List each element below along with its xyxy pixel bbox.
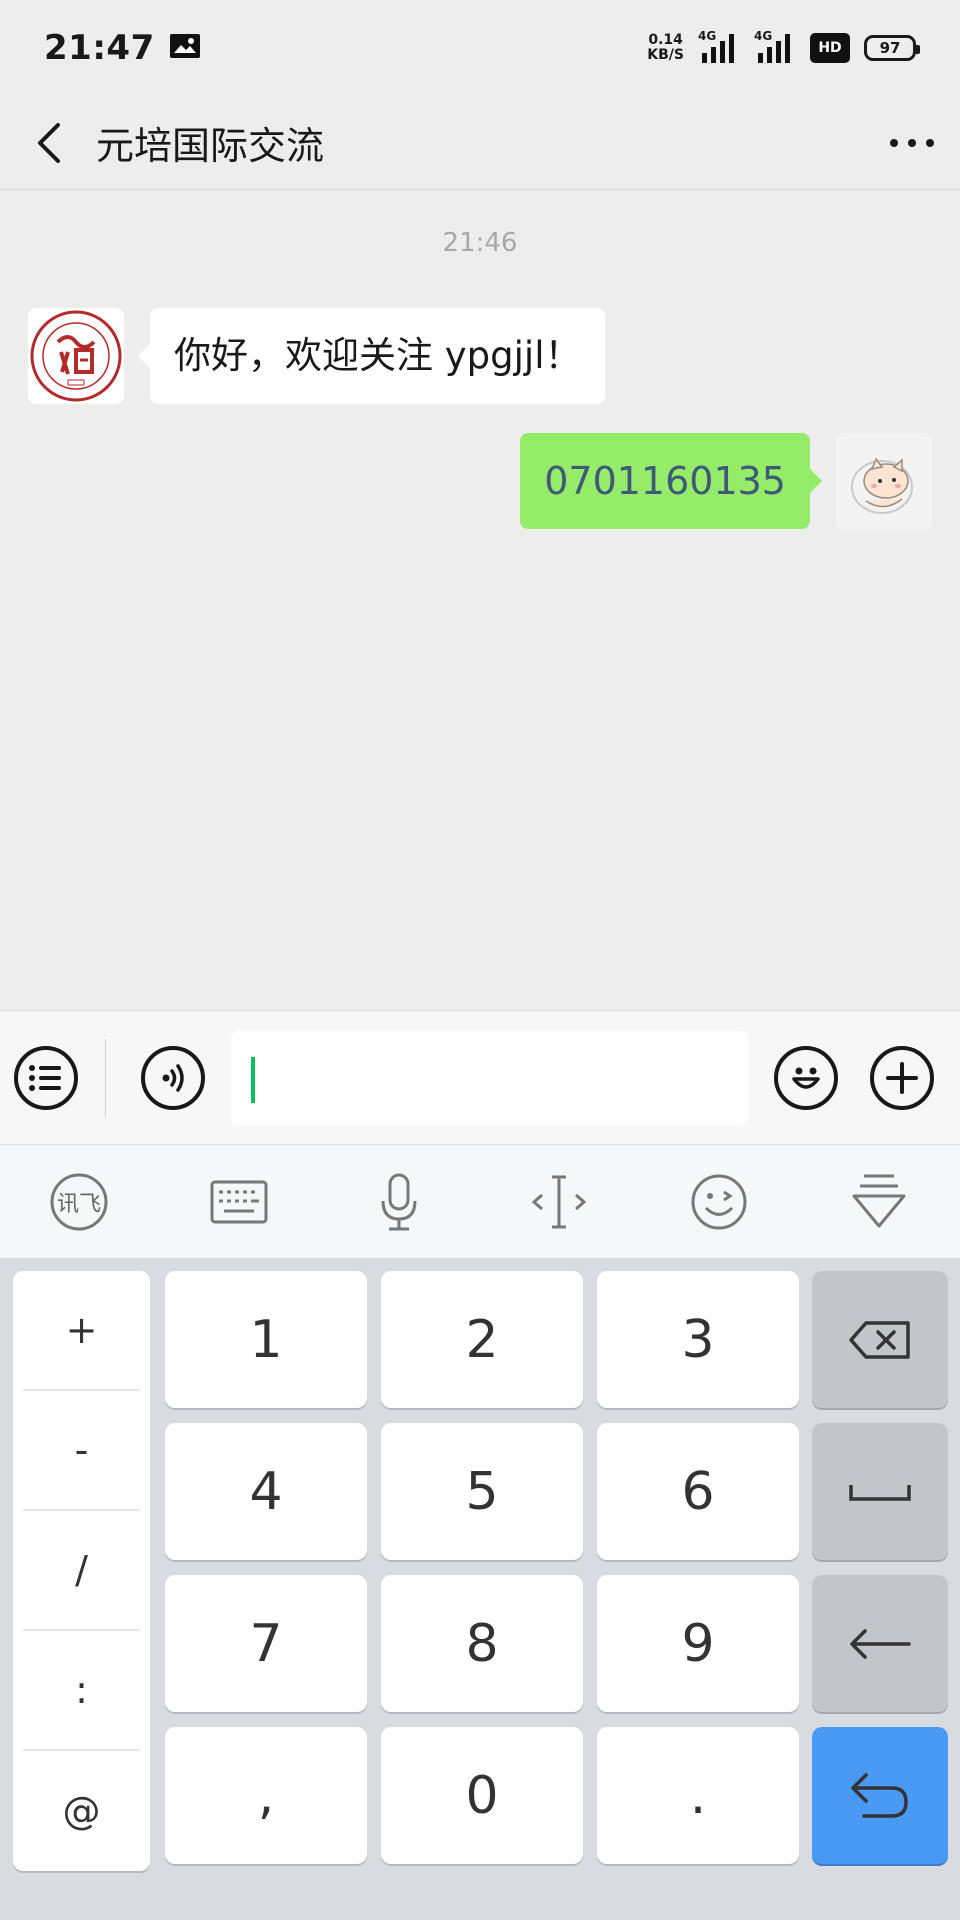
avatar-self[interactable] bbox=[836, 433, 932, 529]
network-speed: 0.14 KB/S bbox=[647, 33, 684, 63]
message-row-incoming: 你好，欢迎关注 ypgjjl！ bbox=[28, 308, 606, 404]
space-icon bbox=[849, 1484, 911, 1501]
keyboard-bottom-strip bbox=[0, 1886, 960, 1920]
battery-level: 97 bbox=[879, 39, 901, 57]
voice-typing-button[interactable] bbox=[365, 1168, 433, 1236]
xunfei-logo-button[interactable]: 讯飞 bbox=[45, 1168, 113, 1236]
key-4[interactable]: 4 bbox=[165, 1423, 367, 1560]
cursor-move-button[interactable] bbox=[525, 1168, 593, 1236]
newline-arrow-icon bbox=[850, 1628, 911, 1659]
key-6[interactable]: 6 bbox=[597, 1423, 799, 1560]
plus-icon bbox=[886, 1062, 918, 1094]
hd-voice-icon: HD bbox=[810, 33, 850, 63]
keyboard-icon bbox=[210, 1180, 268, 1224]
status-left: 21:47 bbox=[44, 28, 201, 68]
status-time: 21:47 bbox=[44, 28, 155, 68]
key-5[interactable]: 5 bbox=[381, 1423, 583, 1560]
text-caret bbox=[251, 1057, 255, 1103]
network-speed-value: 0.14 bbox=[648, 32, 683, 48]
more-dots-icon bbox=[890, 138, 934, 147]
emoji-panel-button[interactable] bbox=[685, 1168, 753, 1236]
message-bubble-outgoing[interactable]: 0701160135 bbox=[520, 433, 822, 529]
image-notification-icon bbox=[169, 33, 201, 63]
signal-4g-icon: 4G bbox=[698, 29, 740, 65]
network-speed-unit: KB/S bbox=[647, 47, 684, 63]
input-divider bbox=[105, 1039, 106, 1117]
symbol-key-at[interactable]: @ bbox=[23, 1751, 140, 1871]
message-timestamp: 21:46 bbox=[442, 228, 518, 258]
backspace-key[interactable] bbox=[812, 1271, 948, 1408]
key-2[interactable]: 2 bbox=[381, 1271, 583, 1408]
symbol-key-colon[interactable]: : bbox=[23, 1631, 140, 1751]
newline-key[interactable] bbox=[812, 1575, 948, 1712]
send-enter-key[interactable] bbox=[812, 1727, 948, 1864]
hd-label: HD bbox=[818, 40, 842, 56]
key-0[interactable]: 0 bbox=[381, 1727, 583, 1864]
symbol-column[interactable]: + - / : @ bbox=[13, 1271, 150, 1871]
numeric-keyboard: + - / : @ 1 2 3 4 5 6 7 8 9 , 0 . bbox=[0, 1258, 960, 1920]
backspace-icon bbox=[849, 1320, 910, 1359]
emoji-button[interactable] bbox=[774, 1046, 838, 1110]
signal-1-label: 4G bbox=[698, 29, 717, 43]
cartoon-cat-avatar bbox=[836, 433, 932, 529]
message-row-outgoing: 0701160135 bbox=[520, 433, 932, 529]
microphone-icon bbox=[381, 1173, 417, 1231]
emoji-smile-icon bbox=[792, 1067, 820, 1089]
message-bubble-incoming[interactable]: 你好，欢迎关注 ypgjjl！ bbox=[137, 308, 606, 404]
key-comma[interactable]: , bbox=[165, 1727, 367, 1864]
chevron-left-icon bbox=[38, 122, 60, 163]
signal-2-label: 4G bbox=[754, 29, 773, 43]
avatar-official-account[interactable] bbox=[28, 308, 124, 404]
back-button[interactable] bbox=[4, 96, 94, 190]
message-text-input[interactable] bbox=[231, 1031, 748, 1125]
menu-list-button[interactable] bbox=[14, 1046, 78, 1110]
collapse-keyboard-button[interactable] bbox=[845, 1168, 913, 1236]
chat-title: 元培国际交流 bbox=[96, 124, 325, 168]
symbol-key-plus[interactable]: + bbox=[23, 1271, 140, 1391]
symbol-key-slash[interactable]: / bbox=[23, 1511, 140, 1631]
key-period[interactable]: . bbox=[597, 1727, 799, 1864]
emoji-wink-icon bbox=[691, 1174, 747, 1230]
keyboard-switch-button[interactable] bbox=[205, 1168, 273, 1236]
key-8[interactable]: 8 bbox=[381, 1575, 583, 1712]
return-arrow-icon bbox=[851, 1772, 908, 1818]
key-3[interactable]: 3 bbox=[597, 1271, 799, 1408]
voice-input-button[interactable] bbox=[141, 1046, 205, 1110]
university-seal-logo bbox=[28, 308, 124, 404]
xunfei-logo-text: 讯飞 bbox=[56, 1192, 101, 1217]
list-menu-icon bbox=[29, 1065, 61, 1091]
battery-icon: 97 bbox=[864, 35, 920, 61]
collapse-keyboard-icon bbox=[852, 1174, 906, 1228]
cursor-move-icon bbox=[531, 1175, 587, 1229]
signal-4g-icon: 4G bbox=[754, 29, 796, 65]
key-9[interactable]: 9 bbox=[597, 1575, 799, 1712]
space-key[interactable] bbox=[812, 1423, 948, 1560]
ime-toolbar: 讯飞 bbox=[0, 1144, 960, 1258]
symbol-key-minus[interactable]: - bbox=[23, 1391, 140, 1511]
key-1[interactable]: 1 bbox=[165, 1271, 367, 1408]
title-bar: 元培国际交流 bbox=[0, 96, 960, 190]
voice-wave-icon bbox=[162, 1064, 184, 1092]
status-right: 0.14 KB/S 4G 4G HD 97 bbox=[647, 29, 920, 65]
status-bar: 21:47 0.14 KB/S 4G 4G HD 97 bbox=[0, 0, 960, 96]
chat-input-bar bbox=[0, 1010, 960, 1144]
more-plus-button[interactable] bbox=[870, 1046, 934, 1110]
more-options-button[interactable] bbox=[864, 96, 960, 190]
key-7[interactable]: 7 bbox=[165, 1575, 367, 1712]
